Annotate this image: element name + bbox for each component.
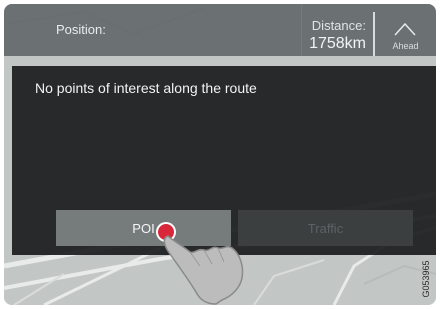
distance-label: Distance: [311, 18, 366, 33]
traffic-button-label: Traffic [307, 220, 344, 236]
chevron-up-icon [394, 22, 416, 36]
traffic-button[interactable]: Traffic [238, 210, 413, 246]
figure-reference-text: G053965 [421, 260, 431, 298]
distance-value: 1758km [309, 35, 366, 52]
position-label: Position: [56, 22, 106, 37]
poi-button-label: POI [132, 220, 155, 236]
navigation-screen: Position: Distance: 1758km Ahead No poin… [4, 4, 436, 305]
ahead-label: Ahead [392, 41, 419, 51]
route-info-bar: Position: Distance: 1758km Ahead [4, 4, 436, 56]
hand-pointer-icon [156, 222, 244, 305]
ahead-button[interactable]: Ahead [375, 4, 436, 56]
figure-reference: G053965 [412, 252, 436, 305]
header-divider [301, 4, 302, 56]
empty-state-message: No points of interest along the route [35, 80, 257, 96]
